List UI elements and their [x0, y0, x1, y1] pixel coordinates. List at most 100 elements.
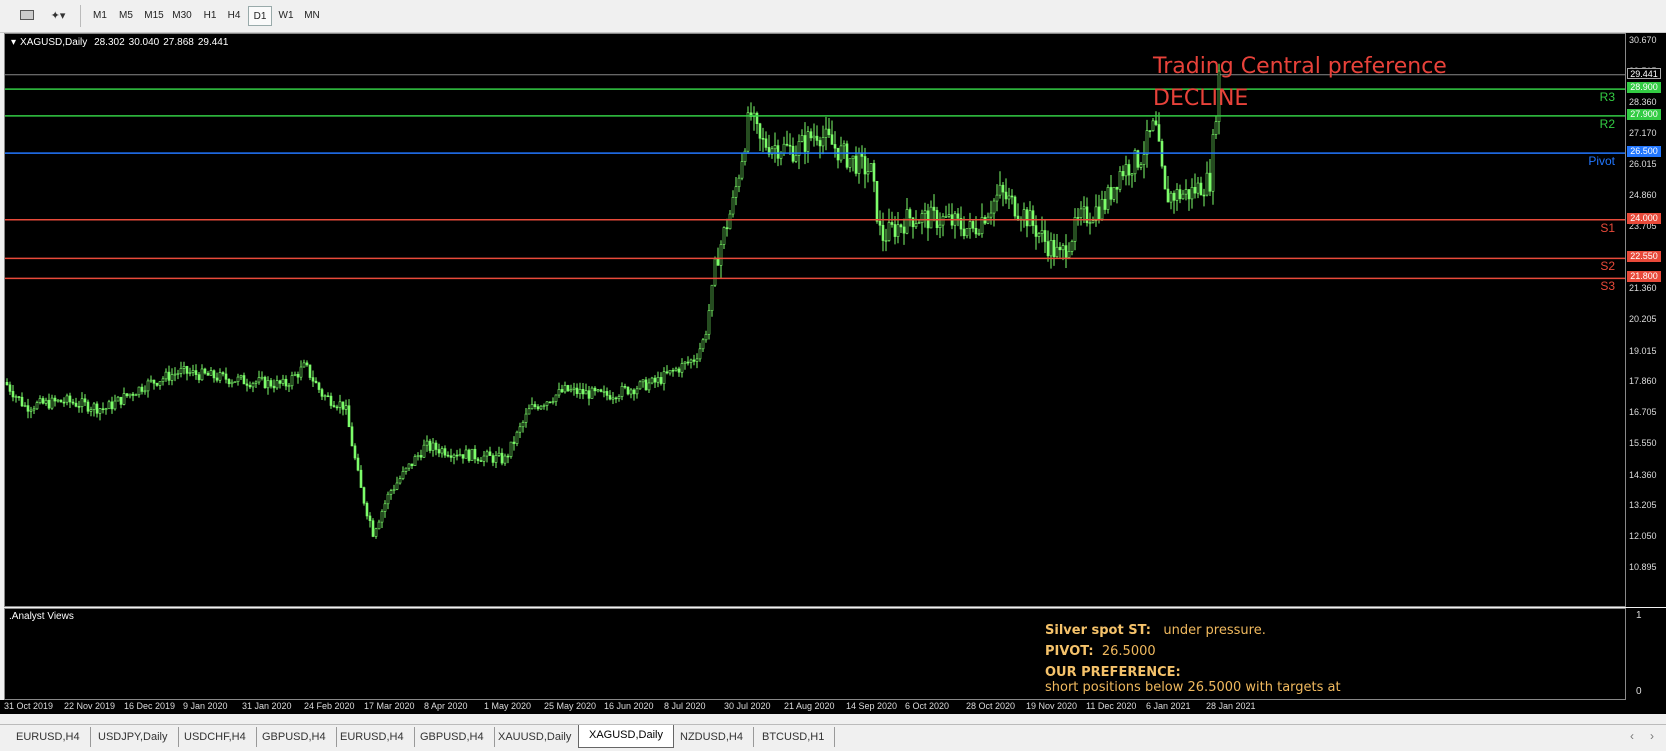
candle	[269, 377, 273, 389]
candle	[1109, 174, 1113, 206]
candle	[287, 382, 291, 392]
candle	[1139, 161, 1143, 171]
timeframe-w1[interactable]: W1	[274, 6, 298, 26]
tab-gbpusd-h4[interactable]: GBPUSD,H4	[252, 727, 337, 747]
candle	[119, 396, 123, 409]
timeframe-h1[interactable]: H1	[198, 6, 222, 26]
candle	[968, 212, 972, 239]
price-chart[interactable]: ▾ XAGUSD,Daily 28.302 30.040 27.868 29.441 T…	[4, 33, 1626, 607]
candle	[458, 448, 462, 457]
date-label: 22 Nov 2019	[64, 701, 116, 711]
candle	[317, 381, 321, 394]
candle	[785, 130, 789, 147]
timeframe-h4[interactable]: H4	[222, 6, 246, 26]
candle	[692, 354, 696, 366]
candle	[173, 367, 177, 382]
candle	[335, 404, 339, 411]
candle	[860, 145, 864, 169]
candle	[53, 395, 57, 407]
candle	[1157, 112, 1161, 142]
candle	[653, 375, 657, 388]
tab-usdjpy-daily[interactable]: USDJPY,Daily	[88, 727, 179, 747]
crosshair-tool-icon[interactable]: ✦▾	[45, 6, 71, 26]
tab-eurusd-h4[interactable]: EURUSD,H4	[330, 727, 415, 747]
candle	[605, 387, 609, 401]
candle	[953, 210, 957, 239]
candle	[1115, 186, 1119, 204]
candle	[143, 385, 147, 395]
candlestick-plot	[5, 63, 1625, 539]
candle	[575, 383, 579, 398]
tab-btcusd-h1[interactable]: BTCUSD,H1	[752, 727, 836, 747]
candle	[548, 401, 552, 404]
candle	[614, 396, 618, 404]
candle	[80, 392, 84, 413]
date-label: 6 Jan 2021	[1146, 701, 1191, 711]
candle	[254, 380, 258, 388]
candle	[665, 365, 669, 375]
date-label: 24 Feb 2020	[304, 701, 355, 711]
candle	[17, 396, 21, 401]
candle	[422, 439, 426, 458]
candle	[41, 396, 45, 405]
tab-scroll-left-icon[interactable]: ‹	[1630, 729, 1634, 743]
timeframe-m15[interactable]: M15	[142, 6, 166, 26]
tab-nzdusd-h4[interactable]: NZDUSD,H4	[670, 727, 754, 747]
candle	[866, 157, 870, 183]
tab-xagusd-daily[interactable]: XAGUSD,Daily	[578, 725, 674, 748]
candle	[635, 385, 639, 399]
candle	[809, 128, 813, 142]
candle	[131, 391, 135, 402]
candle	[539, 404, 543, 410]
candle	[1196, 176, 1200, 199]
candle	[545, 401, 549, 411]
timeframe-m5[interactable]: M5	[114, 6, 138, 26]
analyst-views-pane[interactable]: .Analyst Views Silver spot ST: under pre…	[4, 608, 1626, 700]
candle	[38, 395, 42, 405]
candle	[20, 392, 24, 408]
candle	[467, 448, 471, 463]
candle	[659, 372, 663, 386]
timeframe-d1[interactable]: D1	[248, 6, 272, 26]
tab-usdchf-h4[interactable]: USDCHF,H4	[174, 727, 257, 747]
candle	[569, 384, 573, 393]
candle	[986, 212, 990, 225]
candle	[509, 441, 513, 459]
candle	[428, 438, 432, 454]
candle	[65, 393, 69, 406]
candle	[908, 207, 912, 227]
candle	[992, 198, 996, 227]
candle	[650, 376, 654, 385]
chart-window-icon[interactable]	[20, 10, 34, 20]
candle	[272, 379, 276, 393]
candle	[698, 342, 702, 362]
candle	[389, 488, 393, 500]
candle	[848, 158, 852, 173]
candle	[29, 406, 33, 419]
candle	[761, 127, 765, 153]
candle	[806, 126, 810, 163]
tab-xauusd-daily[interactable]: XAUUSD,Daily	[488, 727, 583, 747]
candle	[1193, 173, 1197, 199]
candle	[590, 386, 594, 399]
timeframe-m1[interactable]: M1	[88, 6, 112, 26]
candle	[1052, 233, 1056, 266]
timeframe-m30[interactable]: M30	[170, 6, 194, 26]
level-price-badge: 22.550	[1627, 251, 1661, 263]
tab-scroll-right-icon[interactable]: ›	[1650, 729, 1654, 743]
timeframe-mn[interactable]: MN	[300, 6, 324, 26]
candle	[1046, 230, 1050, 262]
tab-eurusd-h4[interactable]: EURUSD,H4	[6, 727, 91, 747]
candle	[50, 394, 54, 410]
candle	[836, 147, 840, 169]
candle	[158, 381, 162, 390]
candle	[449, 448, 453, 462]
candle	[302, 359, 306, 368]
date-label: 1 May 2020	[484, 701, 532, 711]
candle	[647, 378, 651, 393]
candle	[644, 376, 648, 391]
candle	[896, 211, 900, 244]
price-tick: 10.895	[1629, 562, 1657, 572]
tab-gbpusd-h4[interactable]: GBPUSD,H4	[410, 727, 495, 747]
candle	[377, 519, 381, 530]
